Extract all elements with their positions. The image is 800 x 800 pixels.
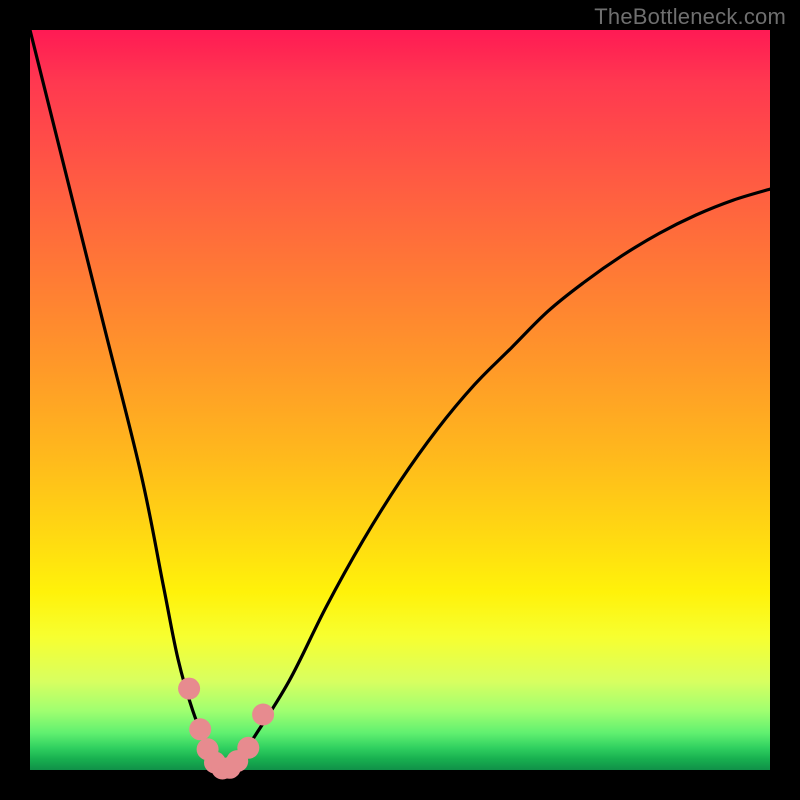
curve-path [30, 30, 770, 771]
plot-area [30, 30, 770, 770]
bottleneck-curve [30, 30, 770, 771]
highlight-marker [237, 737, 259, 759]
highlight-marker [178, 678, 200, 700]
watermark-text: TheBottleneck.com [594, 4, 786, 30]
highlight-marker [252, 704, 274, 726]
highlight-marker [189, 718, 211, 740]
curve-layer [30, 30, 770, 770]
chart-frame: TheBottleneck.com [0, 0, 800, 800]
